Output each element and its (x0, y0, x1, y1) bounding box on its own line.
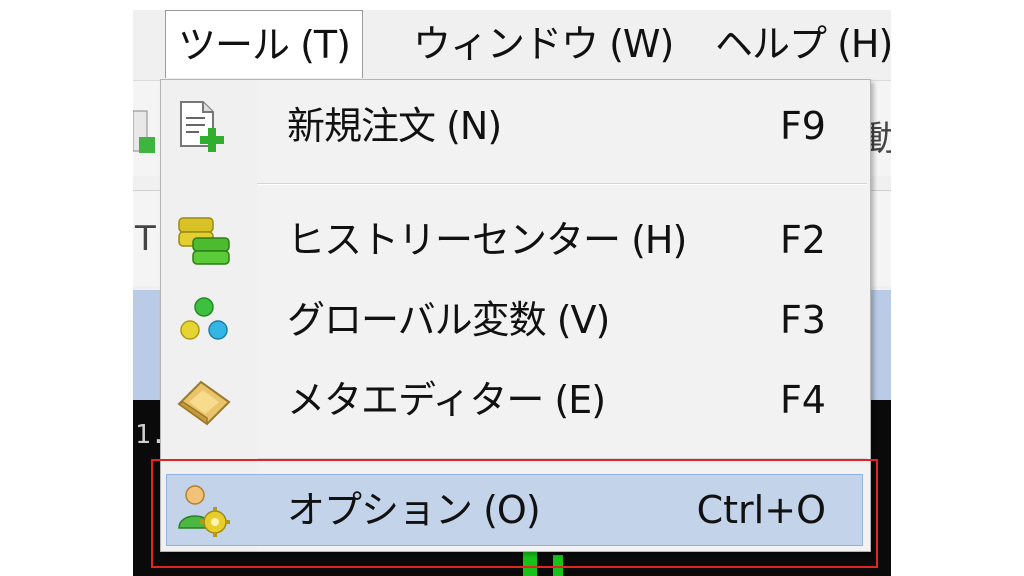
menu-item-shortcut: F3 (779, 298, 826, 342)
menu-item-label: 新規注文 (N) (287, 104, 502, 148)
menu-window[interactable]: ウィンドウ (W) (401, 10, 685, 78)
menu-bar: ツール (T) ウィンドウ (W) ヘルプ (H) (133, 10, 891, 81)
menu-separator (257, 183, 867, 185)
menu-item-label: ヒストリーセンター (H) (287, 218, 687, 262)
menu-item-history-center[interactable]: ヒストリーセンター (H) F2 (161, 202, 870, 278)
menu-item-shortcut: F4 (779, 378, 826, 422)
app-root: ツール (T) ウィンドウ (W) ヘルプ (H) 動 T 1.3 2 (0, 0, 1024, 576)
toolbar-button-icon[interactable] (133, 109, 157, 159)
chart-candle (553, 555, 563, 576)
menu-item-label: メタエディター (E) (287, 378, 606, 422)
history-center-icon (175, 212, 233, 270)
tools-dropdown-menu: 新規注文 (N) F9 ヒストリーセンター (H) F2 グローバル変数 (V)… (160, 79, 871, 552)
toolbar-peek-letter: T (135, 219, 156, 259)
menu-item-label: オプション (O) (287, 488, 541, 532)
menu-item-shortcut: Ctrl+O (696, 488, 826, 532)
menu-item-shortcut: F2 (779, 218, 826, 262)
menu-tools[interactable]: ツール (T) (165, 10, 363, 78)
menu-item-global-variables[interactable]: グローバル変数 (V) F3 (161, 282, 870, 358)
menu-separator (257, 458, 867, 460)
menu-item-shortcut: F9 (779, 104, 826, 148)
menu-item-new-order[interactable]: 新規注文 (N) F9 (161, 88, 870, 164)
menu-help[interactable]: ヘルプ (H) (703, 10, 891, 78)
meta-editor-icon (175, 372, 233, 430)
menu-item-label: グローバル変数 (V) (287, 298, 610, 342)
new-order-icon (175, 98, 233, 156)
top-band (133, 0, 891, 10)
menu-item-meta-editor[interactable]: メタエディター (E) F4 (161, 362, 870, 438)
menu-item-options[interactable]: オプション (O) Ctrl+O (161, 472, 870, 548)
options-icon (175, 482, 233, 540)
global-variables-icon (175, 292, 233, 350)
